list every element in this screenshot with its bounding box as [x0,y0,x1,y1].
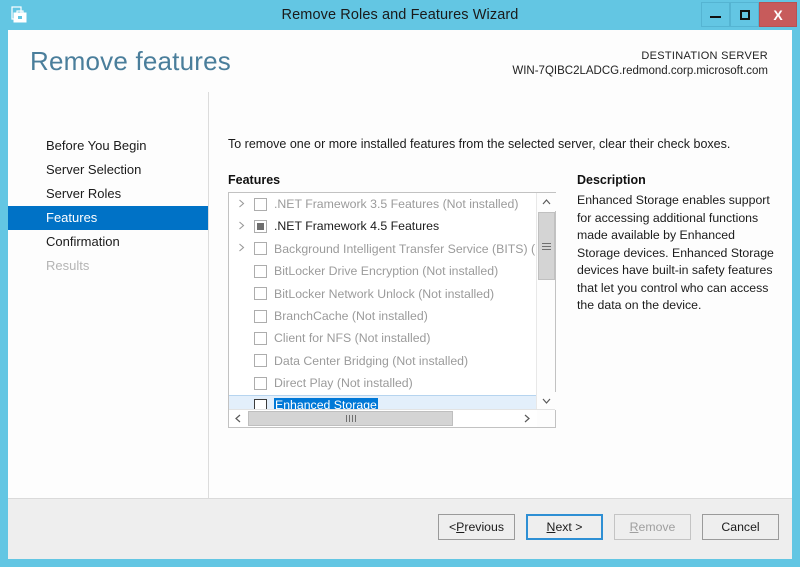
destination-server-name: WIN-7QIBC2LADCG.redmond.corp.microsoft.c… [512,65,768,77]
feature-checkbox[interactable] [254,220,267,234]
feature-label: Direct Play (Not installed) [274,376,413,391]
horizontal-scrollbar[interactable] [229,409,555,427]
wizard-footer: < Previous Next > Remove Cancel [8,498,792,559]
feature-label: .NET Framework 4.5 Features [274,219,440,234]
scroll-right-button[interactable] [518,410,536,427]
wizard-navigation: Before You Begin Server Selection Server R… [8,92,209,498]
feature-row[interactable]: BranchCache (Not installed) [229,305,536,327]
features-list[interactable]: .NET Framework 3.5 Features (Not install… [229,193,536,410]
cancel-button[interactable]: Cancel [702,514,779,540]
sidebar-item-server-roles[interactable]: Server Roles [8,182,208,206]
minimize-icon [710,16,721,18]
page-header: Remove features DESTINATION SERVER WIN-7… [8,30,792,92]
feature-row[interactable]: Direct Play (Not installed) [229,372,536,394]
feature-label: BranchCache (Not installed) [274,309,428,323]
sidebar-item-label: Server Roles [46,186,122,201]
window-title: Remove Roles and Features Wizard [281,7,519,23]
horizontal-scroll-thumb[interactable] [248,411,453,426]
scroll-down-button[interactable] [537,392,556,410]
feature-label: BitLocker Network Unlock (Not installed) [274,286,495,301]
instruction-text: To remove one or more installed features… [228,137,731,151]
features-listbox[interactable]: .NET Framework 3.5 Features (Not install… [228,192,556,428]
maximize-icon [739,9,750,20]
sidebar-item-label: Results [46,258,90,273]
feature-row[interactable]: BitLocker Network Unlock (Not installed) [229,283,536,305]
sidebar-item-confirmation[interactable]: Confirmation [8,230,208,254]
sidebar-item-before-you-begin[interactable]: Before You Begin [8,134,208,158]
feature-label: Client for NFS (Not installed) [274,331,431,346]
feature-checkbox[interactable] [254,287,267,301]
scroll-grip-icon [345,415,356,422]
description-heading: Description [577,173,646,187]
feature-row[interactable]: Background Intelligent Transfer Service … [229,238,536,260]
feature-row[interactable]: Client for NFS (Not installed) [229,327,536,349]
feature-row[interactable]: Enhanced Storage [229,394,536,410]
wizard-window: Remove Roles and Features Wizard X Remov… [0,0,800,567]
feature-row[interactable]: .NET Framework 3.5 Features (Not install… [229,193,536,215]
sidebar-item-label: Confirmation [46,234,120,249]
previous-button[interactable]: < Previous [438,514,515,540]
feature-checkbox[interactable] [254,197,267,211]
window-controls: X [701,2,797,27]
title-bar[interactable]: Remove Roles and Features Wizard X [0,0,800,30]
vertical-scroll-thumb[interactable] [538,212,555,280]
feature-row[interactable]: BitLocker Drive Encryption (Not installe… [229,260,536,282]
feature-checkbox[interactable] [254,309,267,323]
feature-checkbox[interactable] [254,332,267,346]
window-body: Remove features DESTINATION SERVER WIN-7… [8,30,792,559]
next-button[interactable]: Next > [526,514,603,540]
vertical-scrollbar[interactable] [536,193,556,410]
feature-row[interactable]: .NET Framework 4.5 Features [229,215,536,237]
sidebar-item-label: Features [46,210,98,225]
sidebar-item-server-selection[interactable]: Server Selection [8,158,208,182]
remove-button: Remove [614,514,691,540]
feature-label: BitLocker Drive Encryption (Not installe… [274,264,499,279]
feature-label: Data Center Bridging (Not installed) [274,353,469,368]
page-title: Remove features [30,46,231,76]
features-heading: Features [228,173,281,187]
description-text: Enhanced Storage enables support for acc… [577,193,774,312]
scroll-grip-icon [542,241,551,252]
scrollbar-corner [537,410,555,427]
main-content: To remove one or more installed features… [210,92,792,498]
footer-buttons: < Previous Next > Remove Cancel [438,514,779,540]
feature-label: .NET Framework 3.5 Features (Not install… [274,197,519,212]
feature-label: Background Intelligent Transfer Service … [274,241,536,256]
expand-chevron-icon[interactable] [233,221,249,232]
minimize-button[interactable] [701,2,730,27]
sidebar-item-features[interactable]: Features [8,206,208,230]
expand-chevron-icon[interactable] [233,199,249,210]
destination-server-label: DESTINATION SERVER [641,50,768,62]
feature-checkbox[interactable] [254,242,267,256]
expand-chevron-icon[interactable] [233,243,249,254]
close-button[interactable]: X [759,2,797,27]
maximize-button[interactable] [730,2,759,27]
feature-row[interactable]: Data Center Bridging (Not installed) [229,350,536,372]
description-panel: Enhanced Storage enables support for acc… [577,192,777,315]
sidebar-item-results: Results [8,254,208,278]
scroll-left-button[interactable] [229,410,247,427]
feature-checkbox[interactable] [254,354,267,368]
scroll-up-button[interactable] [537,193,556,211]
sidebar-item-label: Before You Begin [46,138,147,153]
feature-checkbox[interactable] [254,264,267,278]
feature-checkbox[interactable] [254,376,267,390]
sidebar-item-label: Server Selection [46,162,142,177]
